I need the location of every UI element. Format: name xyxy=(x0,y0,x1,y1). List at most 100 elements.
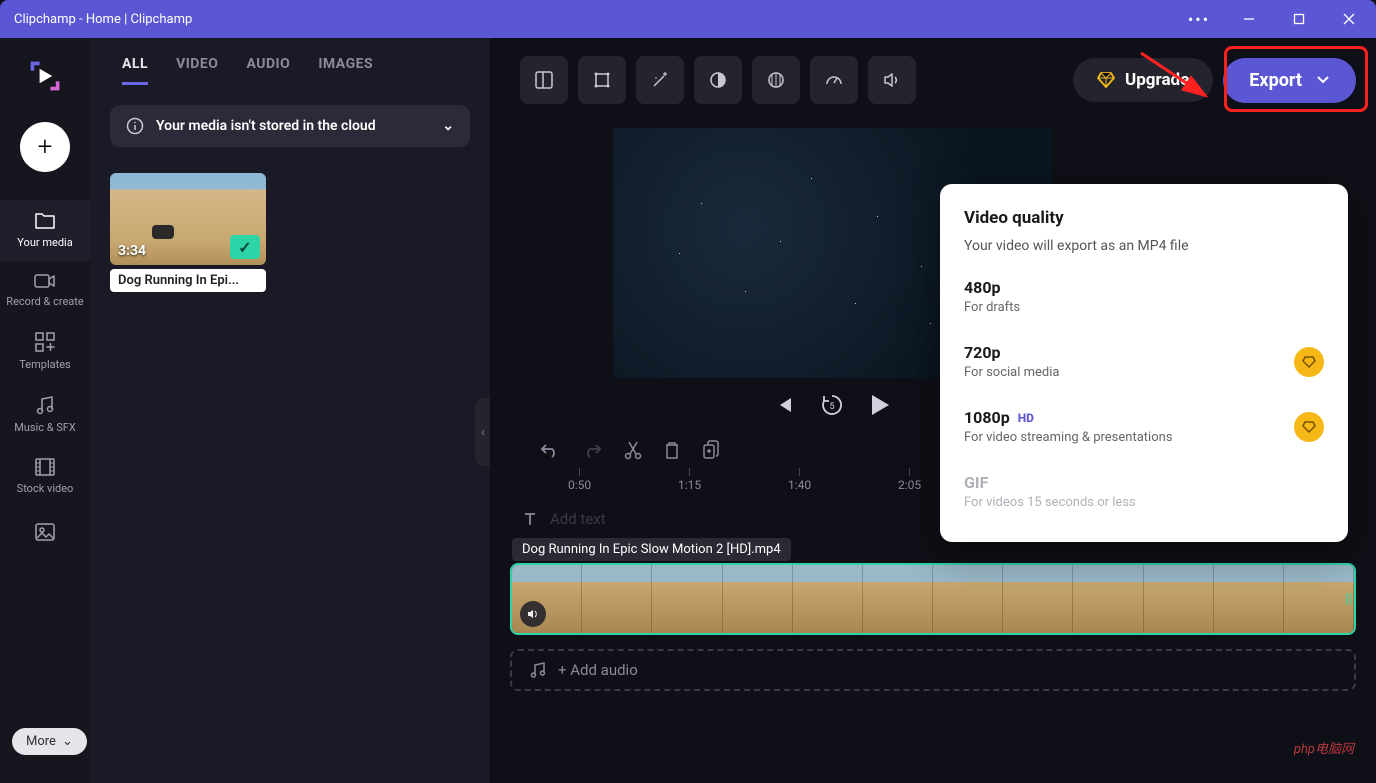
duplicate-button[interactable] xyxy=(702,440,720,460)
export-button[interactable]: Export xyxy=(1223,58,1356,103)
export-option-gif[interactable]: GIF For videos 15 seconds or less xyxy=(940,459,1348,524)
sidebar-item-label: Music & SFX xyxy=(14,421,76,434)
tab-all[interactable]: ALL xyxy=(122,56,148,85)
music-icon xyxy=(36,395,54,415)
maximize-button[interactable] xyxy=(1276,3,1322,35)
split-button[interactable] xyxy=(624,440,642,460)
media-item[interactable]: 3:34 ✓ Dog Running In Epi... xyxy=(110,173,266,292)
film-icon xyxy=(35,458,55,476)
sidebar-item-label: Stock video xyxy=(17,482,74,495)
export-option-desc: For videos 15 seconds or less xyxy=(964,495,1136,510)
svg-text:5: 5 xyxy=(829,402,834,412)
redo-button[interactable] xyxy=(582,442,602,458)
magic-wand-icon xyxy=(650,70,670,90)
more-button[interactable]: More ⌄ xyxy=(12,728,87,755)
filter-button[interactable] xyxy=(752,56,800,104)
gem-icon xyxy=(1097,72,1115,88)
magic-button[interactable] xyxy=(636,56,684,104)
add-audio-track[interactable]: + Add audio xyxy=(510,649,1356,691)
export-dropdown: Video quality Your video will export as … xyxy=(940,184,1348,542)
rewind-5-button[interactable]: 5 xyxy=(819,392,845,418)
contrast-button[interactable] xyxy=(694,56,742,104)
export-option-name: 720p xyxy=(964,343,1060,362)
sidebar-item-label: Templates xyxy=(19,358,70,371)
media-name: Dog Running In Epi... xyxy=(110,269,266,292)
ruler-tick: 1:15 xyxy=(678,468,701,492)
layout-button[interactable] xyxy=(520,56,568,104)
circle-lines-icon xyxy=(766,70,786,90)
app-body: + Your media Record & create Templates M… xyxy=(0,38,1376,783)
add-text-label: Add text xyxy=(550,510,606,528)
tab-video[interactable]: VIDEO xyxy=(176,56,218,85)
audio-button[interactable] xyxy=(868,56,916,104)
sidebar-item-your-media[interactable]: Your media xyxy=(0,200,90,261)
cloud-storage-notice[interactable]: Your media isn't stored in the cloud ⌄ xyxy=(110,105,470,147)
speedometer-icon xyxy=(824,70,844,90)
music-icon xyxy=(530,661,546,679)
speaker-icon xyxy=(882,70,902,90)
added-check-icon: ✓ xyxy=(230,235,260,259)
skip-back-button[interactable] xyxy=(775,396,795,414)
export-option-desc: For video streaming & presentations xyxy=(964,430,1173,445)
export-option-desc: For social media xyxy=(964,365,1060,380)
undo-button[interactable] xyxy=(540,442,560,458)
minimize-button[interactable] xyxy=(1226,3,1272,35)
tab-images[interactable]: IMAGES xyxy=(318,56,373,85)
media-tabs: ALL VIDEO AUDIO IMAGES xyxy=(110,56,470,85)
sidebar-item-music-sfx[interactable]: Music & SFX xyxy=(0,383,90,446)
ruler-tick: 1:40 xyxy=(788,468,811,492)
export-option-1080p[interactable]: 1080pHD For video streaming & presentati… xyxy=(940,394,1348,459)
ruler-tick: 0:50 xyxy=(568,468,591,492)
more-label: More xyxy=(26,734,56,749)
add-audio-label: + Add audio xyxy=(558,661,638,679)
ruler-tick: 2:05 xyxy=(898,468,921,492)
sidebar-item-templates[interactable]: Templates xyxy=(0,320,90,383)
more-options-button[interactable]: ••• xyxy=(1176,3,1222,35)
cloud-notice-text: Your media isn't stored in the cloud xyxy=(156,118,376,134)
premium-badge-icon xyxy=(1294,412,1324,442)
sidebar-item-stock-video[interactable]: Stock video xyxy=(0,446,90,507)
top-toolbar: Upgrade Export xyxy=(490,38,1376,118)
export-title: Video quality xyxy=(964,208,1324,228)
chevron-down-icon: ⌄ xyxy=(442,118,454,134)
export-option-name: 480p xyxy=(964,278,1020,297)
export-option-480p[interactable]: 480p For drafts xyxy=(940,264,1348,329)
play-button[interactable] xyxy=(869,393,891,417)
layout-icon xyxy=(534,70,554,90)
text-icon xyxy=(522,511,538,527)
export-option-720p[interactable]: 720p For social media xyxy=(940,329,1348,394)
hd-badge: HD xyxy=(1018,411,1034,425)
video-clip[interactable]: || xyxy=(510,563,1356,635)
titlebar: Clipchamp - Home | Clipchamp ••• xyxy=(0,0,1376,38)
sidebar-item-extra[interactable] xyxy=(0,511,90,553)
half-circle-icon xyxy=(708,70,728,90)
clip-filename-label: Dog Running In Epic Slow Motion 2 [HD].m… xyxy=(512,538,791,561)
export-subtitle: Your video will export as an MP4 file xyxy=(964,238,1324,254)
media-grid: 3:34 ✓ Dog Running In Epi... xyxy=(110,173,470,292)
upgrade-button[interactable]: Upgrade xyxy=(1073,58,1213,102)
export-option-name: GIF xyxy=(964,473,1136,492)
media-thumbnail: 3:34 ✓ xyxy=(110,173,266,265)
window-controls: ••• xyxy=(1176,3,1372,35)
speed-button[interactable] xyxy=(810,56,858,104)
info-icon xyxy=(126,117,144,135)
clip-trim-handle[interactable]: || xyxy=(1345,591,1352,607)
crop-icon xyxy=(592,70,612,90)
close-button[interactable] xyxy=(1326,3,1372,35)
upgrade-label: Upgrade xyxy=(1125,70,1189,90)
premium-badge-icon xyxy=(1294,347,1324,377)
sidebar-item-record-create[interactable]: Record & create xyxy=(0,261,90,320)
tab-audio[interactable]: AUDIO xyxy=(246,56,290,85)
templates-icon xyxy=(35,332,55,352)
editor: Upgrade Export 5 xyxy=(490,38,1376,783)
delete-button[interactable] xyxy=(664,440,680,460)
sidebar: + Your media Record & create Templates M… xyxy=(0,38,90,783)
export-option-name: 1080pHD xyxy=(964,408,1173,427)
crop-button[interactable] xyxy=(578,56,626,104)
media-duration: 3:34 xyxy=(118,243,146,259)
window-title: Clipchamp - Home | Clipchamp xyxy=(14,12,192,27)
chevron-down-icon: ⌄ xyxy=(62,734,73,749)
add-media-button[interactable]: + xyxy=(20,122,70,172)
clipchamp-logo-icon xyxy=(27,58,63,94)
clip-audio-icon[interactable] xyxy=(520,601,546,627)
